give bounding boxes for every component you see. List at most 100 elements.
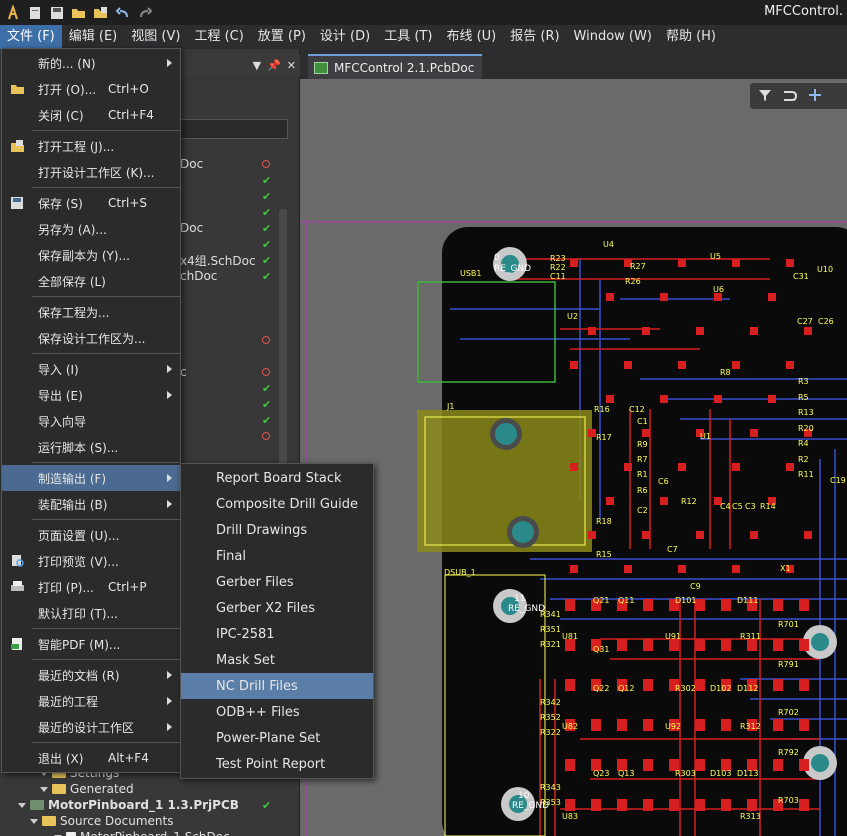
open-folder-icon[interactable]	[70, 4, 88, 22]
project-tree-row[interactable]	[180, 348, 290, 364]
menu-7[interactable]: 工具 (T)	[377, 25, 439, 49]
expand-icon[interactable]	[30, 818, 38, 824]
file-menu-item-0[interactable]: 新的... (N)	[2, 50, 180, 76]
project-tree-label: chDoc	[180, 269, 218, 283]
project-tree-row[interactable]: MotorPinboard_1 1.3.PrjPCB ✔	[0, 797, 300, 813]
project-tree-row[interactable]	[180, 332, 290, 348]
file-menu-item-25[interactable]: 打印 (P)... Ctrl+P	[2, 574, 180, 600]
project-tree-row[interactable]: Doc ✔	[180, 220, 290, 236]
submenu-item-drill-drawings[interactable]: Drill Drawings	[181, 517, 373, 543]
file-menu-item-13[interactable]: 保存设计工作区为...	[2, 325, 180, 351]
file-menu-item-32[interactable]: 最近的设计工作区	[2, 714, 180, 740]
open-project-icon[interactable]	[92, 4, 110, 22]
project-tree-row[interactable]: ✔	[180, 188, 290, 204]
file-menu-item-5[interactable]: 打开设计工作区 (K)...	[2, 159, 180, 185]
submenu-item-odb-files[interactable]: ODB++ Files	[181, 699, 373, 725]
file-menu-item-30[interactable]: 最近的文档 (R)	[2, 662, 180, 688]
file-menu-item-15[interactable]: 导入 (I)	[2, 356, 180, 382]
project-tree-row[interactable]: ✔	[180, 396, 290, 412]
menu-6[interactable]: 设计 (D)	[313, 25, 377, 49]
file-menu-item-20[interactable]: 制造输出 (F)	[2, 465, 180, 491]
expand-icon[interactable]	[18, 802, 26, 808]
file-menu-item-8[interactable]: 另存为 (A)...	[2, 216, 180, 242]
new-file-icon[interactable]	[26, 4, 44, 22]
project-tree-row[interactable]	[180, 316, 290, 332]
project-tree-row[interactable]: c	[180, 364, 290, 380]
menu-8[interactable]: 布线 (U)	[439, 25, 503, 49]
project-tree-row[interactable]: Generated	[0, 781, 300, 797]
menu-10[interactable]: Window (W)	[567, 25, 659, 49]
submenu-item-composite-drill-guide[interactable]: Composite Drill Guide	[181, 491, 373, 517]
project-tree-row[interactable]: ✔	[180, 172, 290, 188]
filter-icon[interactable]	[758, 88, 772, 105]
project-tree-row[interactable]: ✔	[180, 412, 290, 428]
project-tree-row[interactable]: MotorPinboard_1.SchDoc	[0, 829, 300, 836]
file-menu-item-16[interactable]: 导出 (E)	[2, 382, 180, 408]
component-label: R343	[540, 783, 561, 792]
smd-pad	[714, 293, 722, 301]
submenu-item-gerber-x2-files[interactable]: Gerber X2 Files	[181, 595, 373, 621]
panel-dropdown-icon[interactable]: ▼	[253, 59, 261, 72]
menu-5[interactable]: 放置 (P)	[251, 25, 313, 49]
component-label: C4	[720, 502, 731, 511]
component-label: R23	[550, 254, 566, 263]
submenu-item-ipc-2581[interactable]: IPC-2581	[181, 621, 373, 647]
project-tree-row[interactable]: Doc	[180, 156, 290, 172]
file-menu-item-17[interactable]: 导入向导	[2, 408, 180, 434]
submenu-item-report-board-stack[interactable]: Report Board Stack	[181, 465, 373, 491]
file-menu-item-24[interactable]: 打印预览 (V)...	[2, 548, 180, 574]
project-tree-row[interactable]: ✔	[180, 204, 290, 220]
app-window: { "app": { "title": "MFCControl." }, "me…	[0, 0, 847, 836]
project-tree-row[interactable]	[180, 300, 290, 316]
file-menu-item-10[interactable]: 全部保存 (L)	[2, 268, 180, 294]
file-menu-item-18[interactable]: 运行脚本 (S)...	[2, 434, 180, 460]
file-menu-item-34[interactable]: 退出 (X) Alt+F4	[2, 745, 180, 771]
file-menu-item-31[interactable]: 最近的工程	[2, 688, 180, 714]
menu-4[interactable]: 工程 (C)	[187, 25, 250, 49]
submenu-item-power-plane-set[interactable]: Power-Plane Set	[181, 725, 373, 751]
file-menu-item-12[interactable]: 保存工程为...	[2, 299, 180, 325]
submenu-item-nc-drill-files[interactable]: NC Drill Files	[181, 673, 373, 699]
project-tree-row[interactable]	[180, 428, 290, 444]
smd-pad	[786, 361, 794, 369]
smd-pad	[642, 429, 650, 437]
file-menu-item-26[interactable]: 默认打印 (T)...	[2, 600, 180, 626]
file-menu-item-2[interactable]: 关闭 (C) Ctrl+F4	[2, 102, 180, 128]
file-menu-item-21[interactable]: 装配输出 (B)	[2, 491, 180, 517]
project-tree-row[interactable]	[180, 284, 290, 300]
pcb-canvas[interactable]: USB1 U2 U4 U5 U6 U10 R23 R22 C11 R26 C31 J1 R16 C12 C1…	[300, 79, 847, 836]
file-menu-item-9[interactable]: 保存副本为 (Y)...	[2, 242, 180, 268]
submenu-item-test-point-report[interactable]: Test Point Report	[181, 751, 373, 777]
close-icon[interactable]: ✕	[287, 59, 296, 72]
submenu-item-final[interactable]: Final	[181, 543, 373, 569]
smd-pad	[799, 719, 809, 731]
menu-3[interactable]: 视图 (V)	[124, 25, 187, 49]
project-tree-row[interactable]: Source Documents	[0, 813, 300, 829]
submenu-item-mask-set[interactable]: Mask Set	[181, 647, 373, 673]
file-menu-item-28[interactable]: 智能PDF (M)...	[2, 631, 180, 657]
panel-search-input[interactable]	[180, 119, 288, 139]
tab-pcbdoc[interactable]: MFCControl 2.1.PcbDoc	[308, 54, 483, 79]
file-menu-item-4[interactable]: 打开工程 (J)...	[2, 133, 180, 159]
redo-icon[interactable]	[136, 4, 154, 22]
file-menu-item-1[interactable]: 打开 (O)... Ctrl+O	[2, 76, 180, 102]
file-menu-item-23[interactable]: 页面设置 (U)...	[2, 522, 180, 548]
project-tree-row[interactable]: ✔	[180, 380, 290, 396]
place-icon[interactable]	[808, 88, 822, 105]
component-label: R702	[778, 708, 799, 717]
file-menu-item-7[interactable]: 保存 (S) Ctrl+S	[2, 190, 180, 216]
project-tree-row[interactable]: chDoc ✔	[180, 268, 290, 284]
project-tree-row[interactable]: ✔	[180, 236, 290, 252]
menu-1[interactable]: 文件 (F)	[0, 25, 62, 49]
menu-2[interactable]: 编辑 (E)	[62, 25, 125, 49]
route-icon[interactable]	[782, 88, 798, 105]
pcb-layout[interactable]: USB1U2U4U5U6U10R23R22C11R26C31J1 R16 C12C1…	[300, 79, 847, 836]
pin-icon[interactable]: 📌	[267, 59, 281, 72]
project-tree-row[interactable]: x4组.SchDoc ✔	[180, 252, 290, 268]
save-all-icon[interactable]	[48, 4, 66, 22]
submenu-item-gerber-files[interactable]: Gerber Files	[181, 569, 373, 595]
menu-11[interactable]: 帮助 (H)	[659, 25, 723, 49]
expand-icon[interactable]	[40, 786, 48, 792]
undo-icon[interactable]	[114, 4, 132, 22]
menu-9[interactable]: 报告 (R)	[503, 25, 566, 49]
